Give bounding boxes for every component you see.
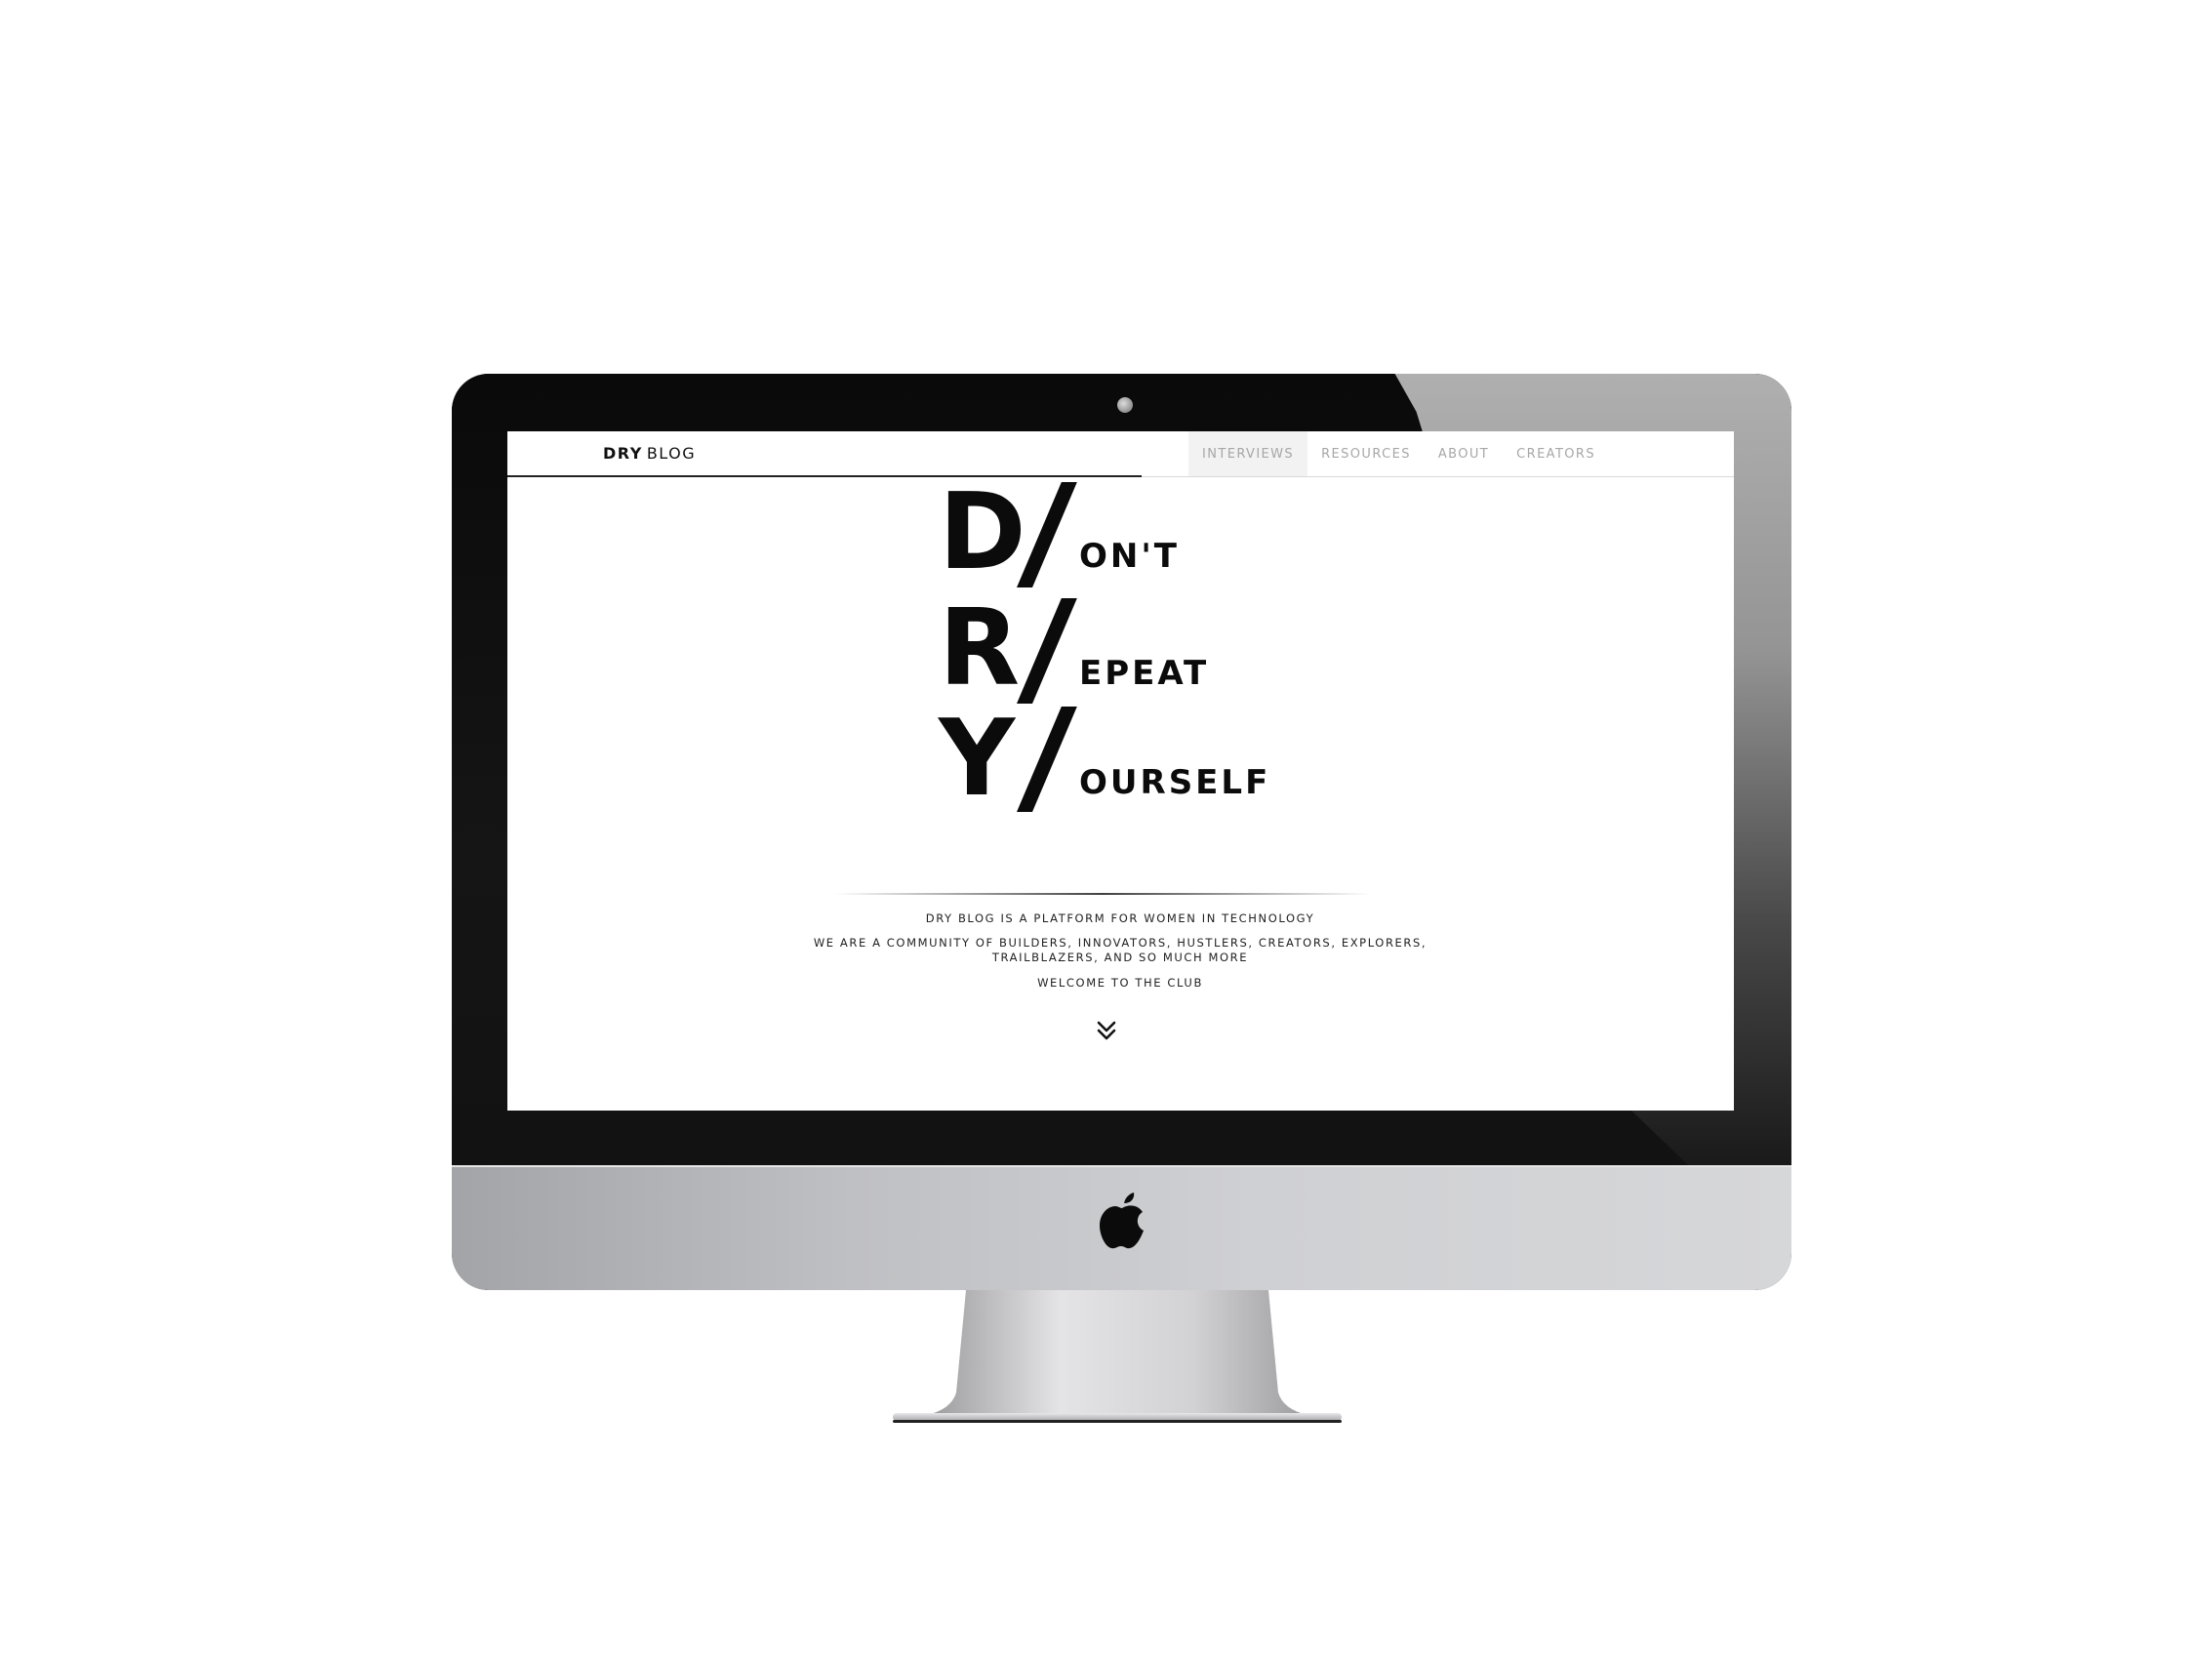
top-navbar: DRY BLOG INTERVIEWS RESOURCES ABOUT CREAT… <box>507 431 1734 477</box>
browser-viewport: DRY BLOG INTERVIEWS RESOURCES ABOUT CREAT… <box>507 431 1734 1111</box>
hero-letter-y: Y <box>939 698 1016 820</box>
hero-divider <box>834 893 1371 895</box>
hero-letter-d: D <box>939 471 1026 593</box>
hero-slash-3 <box>1017 707 1077 812</box>
mockup-stage: DRY BLOG INTERVIEWS RESOURCES ABOUT CREAT… <box>0 0 2212 1659</box>
hero-word-dont: ON'T <box>1079 537 1180 576</box>
site-logo[interactable]: DRY BLOG <box>603 444 696 463</box>
monitor-stand <box>893 1290 1342 1423</box>
hero-word-repeat: EPEAT <box>1079 654 1210 693</box>
tagline-platform: DRY BLOG IS A PLATFORM FOR WOMEN IN TECH… <box>925 911 1315 925</box>
tagline-community-1: WE ARE A COMMUNITY OF BUILDERS, INNOVATO… <box>813 936 1428 950</box>
hero-word-yourself: OURSELF <box>1079 763 1271 802</box>
tagline-welcome: WELCOME TO THE CLUB <box>1037 976 1203 990</box>
hero-slash-2 <box>1017 598 1077 704</box>
nav-creators-link[interactable]: CREATORS <box>1503 431 1609 476</box>
apple-logo-icon <box>1100 1193 1144 1249</box>
camera-icon <box>1117 397 1133 413</box>
nav-links: INTERVIEWS RESOURCES ABOUT CREATORS <box>1188 431 1609 476</box>
hero-acronym: D ON'T R EPEAT Y OURSELF <box>939 480 1329 851</box>
logo-light-text: BLOG <box>646 444 697 463</box>
nav-progress-underline <box>507 475 1142 477</box>
nav-interviews-link[interactable]: INTERVIEWS <box>1188 431 1308 476</box>
nav-about-link[interactable]: ABOUT <box>1425 431 1503 476</box>
hero-letter-r: R <box>939 587 1021 709</box>
tagline-community-2: TRAILBLAZERS, AND SO MUCH MORE <box>991 951 1249 964</box>
logo-bold-text: DRY <box>603 444 643 463</box>
double-chevron-down-icon[interactable] <box>1094 1018 1119 1043</box>
nav-resources-link[interactable]: RESOURCES <box>1307 431 1425 476</box>
